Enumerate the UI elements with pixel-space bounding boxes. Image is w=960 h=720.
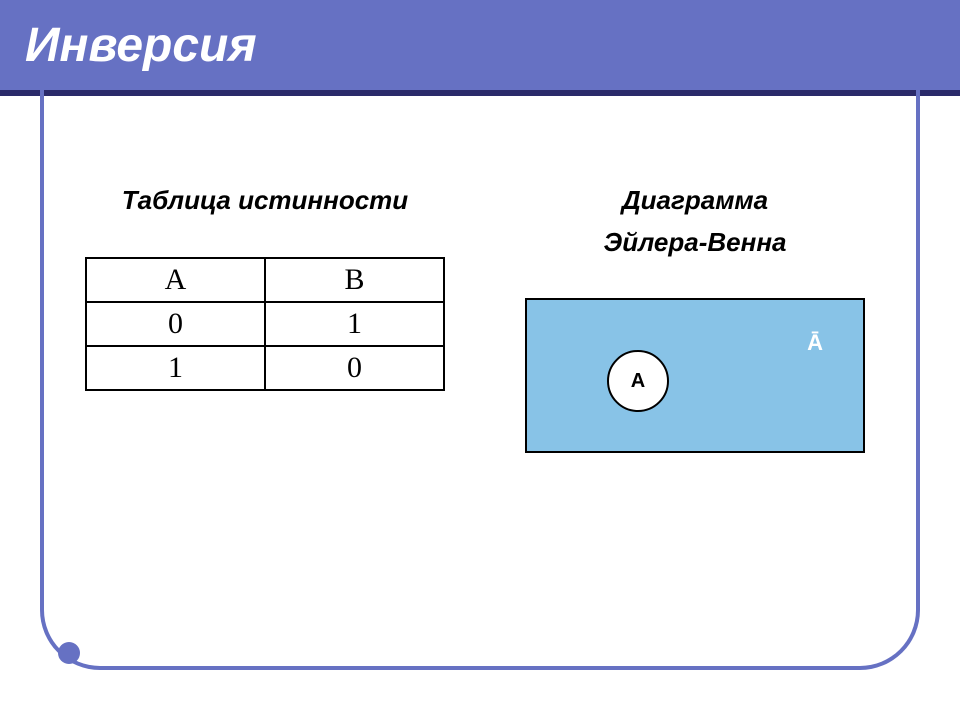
table-row: 0 1 [86, 302, 444, 346]
bullet-dot-icon [58, 642, 80, 664]
venn-heading-line2: Эйлера-Венна [604, 227, 787, 257]
venn-circle-a: А [607, 350, 669, 412]
table-row: 1 0 [86, 346, 444, 390]
table-row: A B [86, 258, 444, 302]
venn-heading: Диаграмма Эйлера-Венна [604, 180, 787, 263]
right-column: Диаграмма Эйлера-Венна А Ā [500, 150, 890, 630]
left-column: Таблица истинности A B 0 1 1 0 [70, 150, 460, 630]
slide-container: Инверсия Таблица истинности A B 0 1 1 0 [0, 0, 960, 720]
table-cell: 1 [86, 346, 265, 390]
venn-circle-label: А [631, 370, 645, 393]
venn-heading-line1: Диаграмма [622, 185, 768, 215]
slide-title: Инверсия [25, 18, 257, 73]
table-cell: 0 [265, 346, 444, 390]
truth-table: A B 0 1 1 0 [85, 257, 445, 391]
venn-complement-label: Ā [807, 330, 823, 356]
content-area: Таблица истинности A B 0 1 1 0 Диаграмма [70, 150, 890, 630]
venn-diagram: А Ā [525, 298, 865, 453]
divider-line [0, 90, 960, 96]
table-cell-header-b: B [265, 258, 444, 302]
table-cell: 0 [86, 302, 265, 346]
truth-table-heading: Таблица истинности [122, 180, 408, 222]
table-cell-header-a: A [86, 258, 265, 302]
title-band: Инверсия [0, 0, 960, 90]
table-cell: 1 [265, 302, 444, 346]
